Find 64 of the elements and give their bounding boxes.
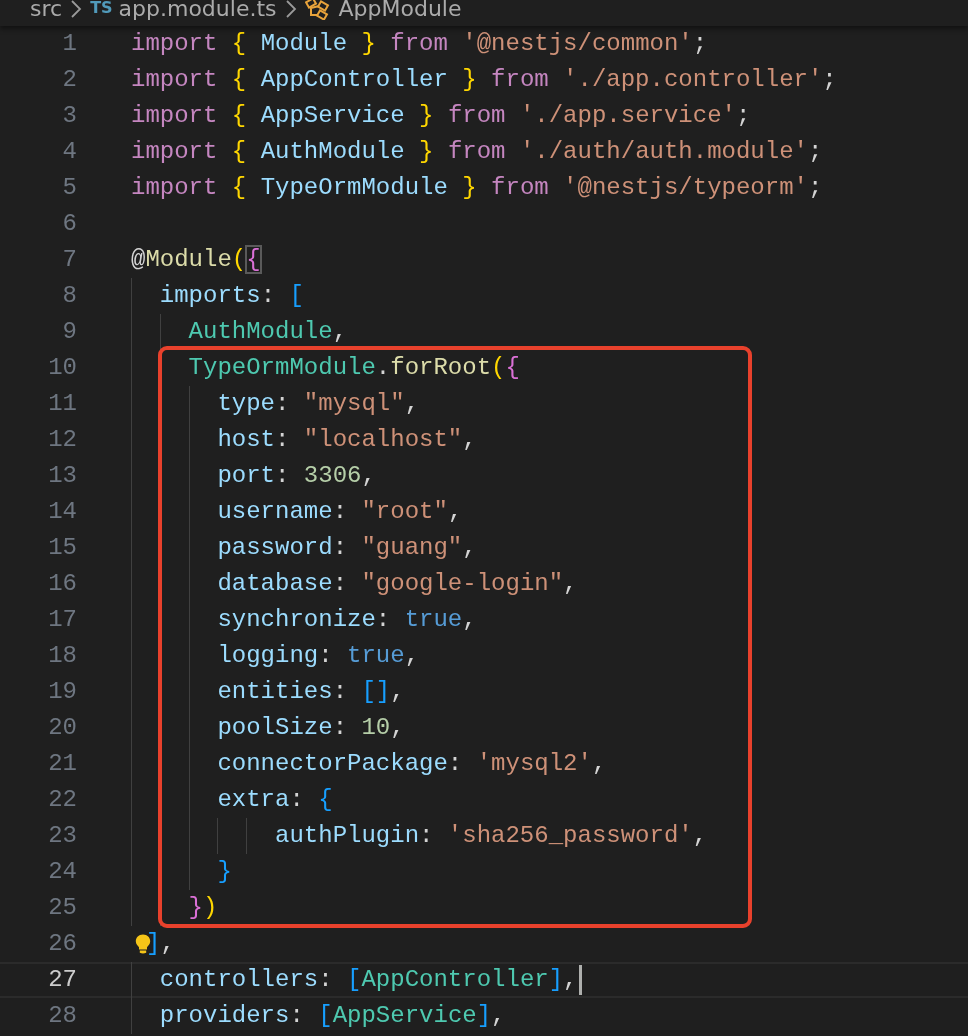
code-line: }) xyxy=(187,893,218,923)
code-line: providers: [AppService], xyxy=(158,1001,506,1031)
line-number: 1 xyxy=(61,29,77,59)
code-line: logging: true, xyxy=(216,641,420,671)
code-line: username: "root", xyxy=(216,497,463,527)
code-line: import { Module } from '@nestjs/common'; xyxy=(131,29,708,59)
code-line: type: "mysql", xyxy=(216,389,420,419)
breadcrumb-item[interactable]: AppModule xyxy=(338,0,462,22)
code-line: controllers: [AppController], xyxy=(131,962,582,998)
code-line: @Module({ xyxy=(131,245,261,275)
line-number: 3 xyxy=(61,101,77,131)
lightbulb-icon[interactable] xyxy=(135,932,151,956)
code-line: connectorPackage: 'mysql2', xyxy=(216,749,607,779)
line-number: 26 xyxy=(47,929,77,959)
chevron-right-icon xyxy=(70,0,83,18)
line-number: 25 xyxy=(47,893,77,923)
code-line: ], xyxy=(146,929,175,959)
line-number: 2 xyxy=(61,65,77,95)
code-line: host: "localhost", xyxy=(216,425,477,455)
line-number: 10 xyxy=(47,353,77,383)
file-type-label: TS xyxy=(90,0,113,17)
line-number: 6 xyxy=(61,209,77,239)
line-number: 16 xyxy=(47,569,77,599)
line-number: 9 xyxy=(61,317,77,347)
code-line: } xyxy=(216,857,232,887)
line-number: 23 xyxy=(47,821,77,851)
line-number: 8 xyxy=(61,281,77,311)
line-number: 11 xyxy=(47,389,77,419)
code-line: synchronize: true, xyxy=(216,605,477,635)
line-number: 24 xyxy=(47,857,77,887)
text-cursor xyxy=(578,964,582,995)
code-line: extra: { xyxy=(216,785,333,815)
chevron-right-icon xyxy=(284,0,297,18)
code-line: AuthModule, xyxy=(187,317,348,347)
line-number: 20 xyxy=(47,713,77,743)
line-number: 21 xyxy=(47,749,77,779)
code-line: poolSize: 10, xyxy=(216,713,405,743)
code-line: TypeOrmModule.forRoot({ xyxy=(187,353,520,383)
code-line: import { AuthModule } from './auth/auth.module'; xyxy=(131,137,823,167)
code-line: entities: [], xyxy=(216,677,405,707)
breadcrumb-item[interactable]: app.module.ts xyxy=(118,0,277,22)
line-number: 27 xyxy=(47,965,77,995)
line-number: 28 xyxy=(47,1001,77,1031)
code-line: port: 3306, xyxy=(216,461,376,491)
line-number: 18 xyxy=(47,641,77,671)
code-line: import { AppService } from './app.service'; xyxy=(131,101,751,131)
line-number: 4 xyxy=(61,137,77,167)
line-number: 13 xyxy=(47,461,77,491)
line-number: 15 xyxy=(47,533,77,563)
code-line: authPlugin: 'sha256_password', xyxy=(274,821,708,851)
line-number: 19 xyxy=(47,677,77,707)
line-number: 17 xyxy=(47,605,77,635)
code-line: import { AppController } from './app.controller'; xyxy=(131,65,837,95)
breadcrumb-item[interactable]: src xyxy=(30,0,63,22)
line-number: 14 xyxy=(47,497,77,527)
code-line: import { TypeOrmModule } from '@nestjs/typeorm'; xyxy=(131,173,823,203)
code-line: database: "google-login", xyxy=(216,569,578,599)
code-line: imports: [ xyxy=(158,281,304,311)
line-number: 5 xyxy=(61,173,77,203)
code-line: password: "guang", xyxy=(216,533,477,563)
module-symbol-icon xyxy=(304,0,331,20)
line-number: 7 xyxy=(61,245,77,275)
line-number: 12 xyxy=(47,425,77,455)
line-number: 22 xyxy=(47,785,77,815)
